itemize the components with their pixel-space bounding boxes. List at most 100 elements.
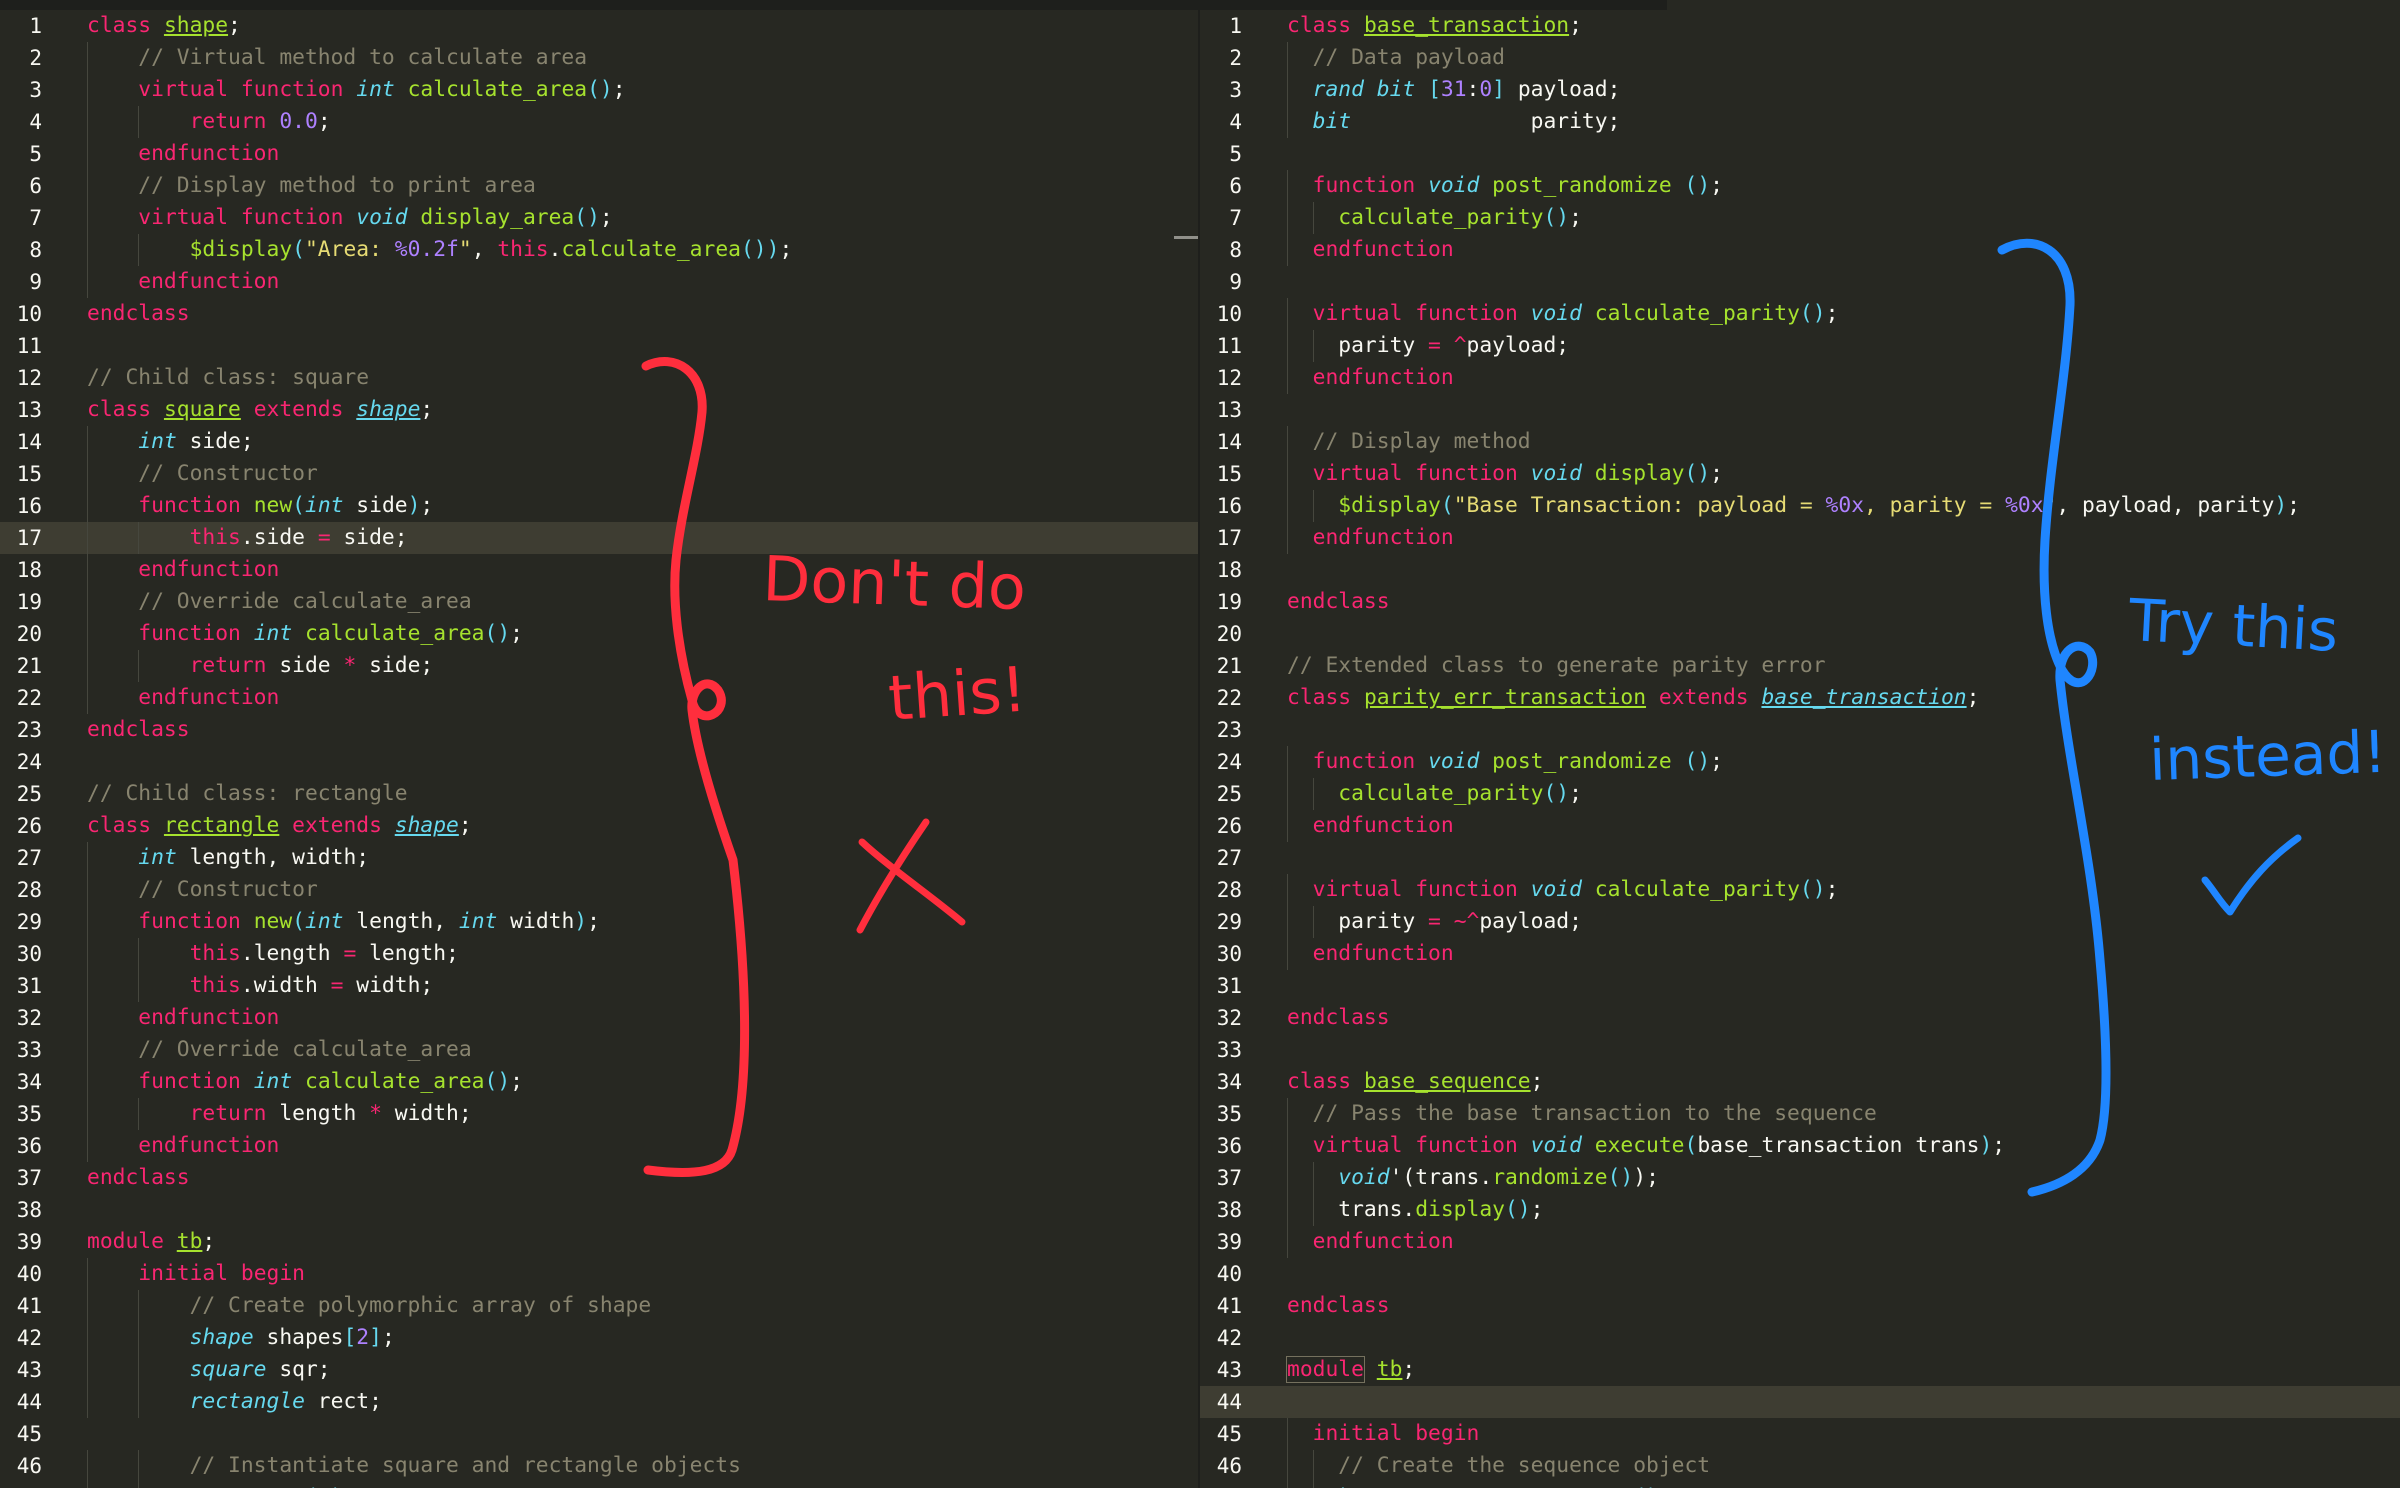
code-text[interactable]: virtual function void calculate_parity()… <box>1287 874 2400 906</box>
code-line[interactable]: 11 <box>0 330 1198 362</box>
code-line[interactable]: 20 <box>1200 618 2400 650</box>
code-text[interactable]: endclass <box>87 298 1198 330</box>
code-text[interactable]: // Override calculate_area <box>87 586 1198 618</box>
code-text[interactable]: virtual function void display_area(); <box>87 202 1198 234</box>
code-text[interactable]: // Constructor <box>87 458 1198 490</box>
code-text[interactable]: function new(int length, int width); <box>87 906 1198 938</box>
code-text[interactable]: class parity_err_transaction extends bas… <box>1287 682 2400 714</box>
code-line[interactable]: 34 class base_sequence; <box>1200 1066 2400 1098</box>
code-line[interactable]: 45 <box>0 1418 1198 1450</box>
code-line[interactable]: 3 virtual function int calculate_area(); <box>0 74 1198 106</box>
code-text[interactable]: class shape; <box>87 10 1198 42</box>
code-text[interactable]: void'(trans.randomize()); <box>1287 1162 2400 1194</box>
code-line[interactable]: 14 int side; <box>0 426 1198 458</box>
code-line[interactable]: 42 <box>1200 1322 2400 1354</box>
code-line[interactable]: 9 endfunction <box>0 266 1198 298</box>
code-line[interactable]: 22 endfunction <box>0 682 1198 714</box>
code-line[interactable]: 8 endfunction <box>1200 234 2400 266</box>
code-line[interactable]: 19 endclass <box>1200 586 2400 618</box>
code-text[interactable]: base_sequence seq = new(); <box>1287 1482 2400 1488</box>
code-line[interactable]: 5 endfunction <box>0 138 1198 170</box>
code-text[interactable]: endfunction <box>1287 810 2400 842</box>
code-line[interactable]: 33 // Override calculate_area <box>0 1034 1198 1066</box>
code-line[interactable]: 30 endfunction <box>1200 938 2400 970</box>
code-line[interactable]: 32 endclass <box>1200 1002 2400 1034</box>
code-text[interactable]: function int calculate_area(); <box>87 1066 1198 1098</box>
code-text[interactable]: this.side = side; <box>87 522 1198 554</box>
code-text[interactable]: endfunction <box>1287 938 2400 970</box>
code-line[interactable]: 24 function void post_randomize (); <box>1200 746 2400 778</box>
code-line[interactable]: 9 <box>1200 266 2400 298</box>
code-line[interactable]: 41 // Create polymorphic array of shape <box>0 1290 1198 1322</box>
code-line[interactable]: 32 endfunction <box>0 1002 1198 1034</box>
code-line[interactable]: 12 endfunction <box>1200 362 2400 394</box>
code-text[interactable]: function new(int side); <box>87 490 1198 522</box>
code-text[interactable]: trans.display(); <box>1287 1194 2400 1226</box>
code-line[interactable]: 18 <box>1200 554 2400 586</box>
code-text[interactable]: bit parity; <box>1287 106 2400 138</box>
code-line[interactable]: 14 // Display method <box>1200 426 2400 458</box>
code-line[interactable]: 13 class square extends shape; <box>0 394 1198 426</box>
code-text[interactable] <box>87 746 1198 778</box>
code-text[interactable]: endclass <box>1287 1002 2400 1034</box>
code-line[interactable]: 44 rectangle rect; <box>0 1386 1198 1418</box>
code-line[interactable]: 37 void'(trans.randomize()); <box>1200 1162 2400 1194</box>
code-text[interactable]: parity = ^payload; <box>1287 330 2400 362</box>
code-line[interactable]: 28 // Constructor <box>0 874 1198 906</box>
code-text[interactable] <box>87 1418 1198 1450</box>
code-line[interactable]: 42 shape shapes[2]; <box>0 1322 1198 1354</box>
code-line[interactable]: 28 virtual function void calculate_parit… <box>1200 874 2400 906</box>
code-line[interactable]: 13 <box>1200 394 2400 426</box>
code-text[interactable]: endclass <box>1287 1290 2400 1322</box>
code-text[interactable]: initial begin <box>87 1258 1198 1290</box>
code-text[interactable]: module tb; <box>87 1226 1198 1258</box>
code-line[interactable]: 35 return length * width; <box>0 1098 1198 1130</box>
code-text[interactable]: // Override calculate_area <box>87 1034 1198 1066</box>
code-line[interactable]: 22 class parity_err_transaction extends b… <box>1200 682 2400 714</box>
code-line[interactable]: 23 <box>1200 714 2400 746</box>
code-text[interactable]: endclass <box>1287 586 2400 618</box>
code-line[interactable]: 36 endfunction <box>0 1130 1198 1162</box>
code-line[interactable]: 21 // Extended class to generate parity e… <box>1200 650 2400 682</box>
code-line[interactable]: 4 return 0.0; <box>0 106 1198 138</box>
code-line[interactable]: 21 return side * side; <box>0 650 1198 682</box>
code-line[interactable]: 24 <box>0 746 1198 778</box>
code-text[interactable] <box>1287 394 2400 426</box>
code-text[interactable]: endfunction <box>1287 1226 2400 1258</box>
code-line[interactable]: 39 endfunction <box>1200 1226 2400 1258</box>
code-text[interactable] <box>1287 554 2400 586</box>
code-line[interactable]: 27 int length, width; <box>0 842 1198 874</box>
code-text[interactable]: parity = ~^payload; <box>1287 906 2400 938</box>
code-text[interactable]: // Create polymorphic array of shape <box>87 1290 1198 1322</box>
code-text[interactable]: virtual function void calculate_parity()… <box>1287 298 2400 330</box>
code-text[interactable] <box>87 330 1198 362</box>
code-line[interactable]: 31 this.width = width; <box>0 970 1198 1002</box>
code-text[interactable]: int length, width; <box>87 842 1198 874</box>
code-line[interactable]: 29 function new(int length, int width); <box>0 906 1198 938</box>
code-text[interactable] <box>1287 1258 2400 1290</box>
code-text[interactable]: endfunction <box>1287 522 2400 554</box>
code-text[interactable]: $display("Base Transaction: payload = %0… <box>1287 490 2400 522</box>
code-line[interactable]: 5 <box>1200 138 2400 170</box>
code-text[interactable]: function int calculate_area(); <box>87 618 1198 650</box>
code-text[interactable] <box>1287 970 2400 1002</box>
code-line[interactable]: 38 <box>0 1194 1198 1226</box>
code-text[interactable]: virtual function void execute(base_trans… <box>1287 1130 2400 1162</box>
code-line[interactable]: 16 function new(int side); <box>0 490 1198 522</box>
code-line[interactable]: 29 parity = ~^payload; <box>1200 906 2400 938</box>
code-text[interactable]: endfunction <box>1287 362 2400 394</box>
code-text[interactable]: // Data payload <box>1287 42 2400 74</box>
code-text[interactable]: endfunction <box>87 1130 1198 1162</box>
code-text[interactable] <box>1287 1386 2400 1418</box>
code-line[interactable]: 36 virtual function void execute(base_tr… <box>1200 1130 2400 1162</box>
code-line[interactable]: 12 // Child class: square <box>0 362 1198 394</box>
code-text[interactable]: calculate_parity(); <box>1287 778 2400 810</box>
code-line[interactable]: 35 // Pass the base transaction to the s… <box>1200 1098 2400 1130</box>
code-text[interactable]: endfunction <box>87 266 1198 298</box>
code-line[interactable]: 33 <box>1200 1034 2400 1066</box>
code-text[interactable]: endfunction <box>87 682 1198 714</box>
code-line[interactable]: 34 function int calculate_area(); <box>0 1066 1198 1098</box>
code-text[interactable]: endfunction <box>87 554 1198 586</box>
code-text[interactable] <box>87 1194 1198 1226</box>
code-text[interactable]: // Constructor <box>87 874 1198 906</box>
